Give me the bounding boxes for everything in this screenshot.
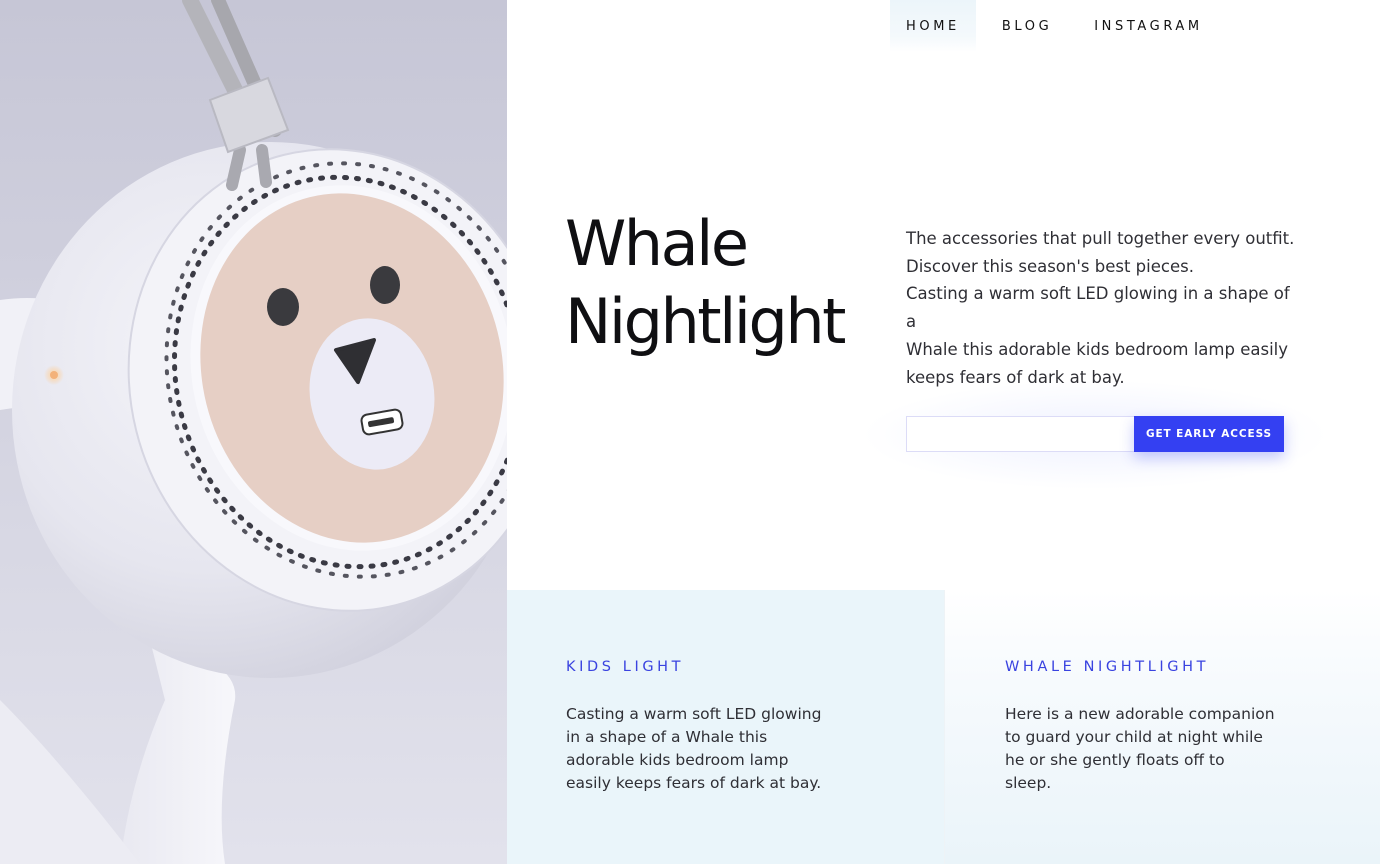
feature-card-whale-nightlight: WHALE NIGHTLIGHT Here is a new adorable … [944, 590, 1380, 864]
nav-blog-link[interactable]: BLOG [986, 0, 1068, 52]
feature-card-text: Here is a new adorable companion to guar… [1005, 705, 1275, 792]
email-input[interactable] [906, 416, 1134, 452]
nav-instagram-link[interactable]: INSTAGRAM [1078, 0, 1219, 52]
page-title-line1: Whale [565, 207, 749, 280]
get-early-access-button[interactable]: GET EARLY ACCESS [1134, 416, 1284, 452]
nav-home-link[interactable]: HOME [890, 0, 976, 52]
feature-card-text: Casting a warm soft LED glowing in a sha… [566, 705, 822, 792]
hero-description-line: Discover this season's best pieces. [906, 256, 1194, 276]
hero-description-line: The accessories that pull together every… [906, 229, 1295, 248]
hero-description-line: Casting a warm soft LED glowing in a sha… [906, 284, 1290, 332]
page-title-line2: Nightlight [565, 285, 846, 358]
page-title: Whale Nightlight [565, 205, 885, 361]
top-nav: HOME BLOG INSTAGRAM [890, 0, 1229, 52]
hero-description: The accessories that pull together every… [906, 225, 1301, 391]
feature-card-heading: KIDS LIGHT [566, 659, 685, 675]
nightlight-lamp-icon [0, 0, 507, 864]
feature-card-heading: WHALE NIGHTLIGHT [1005, 659, 1210, 675]
hero-product-image [0, 0, 507, 864]
hero-description-line: Whale this adorable kids bedroom lamp ea… [906, 339, 1289, 359]
signup-form: GET EARLY ACCESS [906, 416, 1284, 452]
feature-card-kids-light: KIDS LIGHT Casting a warm soft LED glowi… [507, 590, 944, 864]
